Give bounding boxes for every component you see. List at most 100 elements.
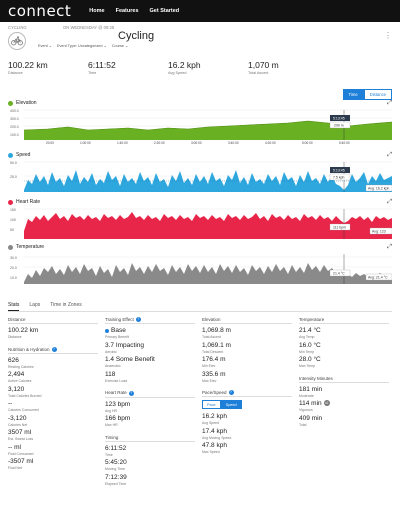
info-icon[interactable]: ? [128,390,134,396]
activity-date: ON WEDNESDAY @ 09:28 [63,25,115,30]
stat-item: 17.4 kph Avg Moving Speed [202,427,232,440]
expand-icon[interactable]: ⤢ [387,152,392,159]
nav-link-get-started[interactable]: Get Started [150,8,180,14]
elevation-ytick: 400.0 [10,109,19,113]
section-heading: Distance [8,317,26,322]
course-dropdown[interactable]: Course ⌄ [112,43,128,48]
stats-column-distance: Distance 100.22 km Distance Nutrition & H… [8,317,98,473]
svg-text:3:40:00: 3:40:00 [228,141,239,145]
heart-rate-chart-title: Heart Rate [16,199,41,205]
temperature-chart: Temperature ⤢ 30.0 20.0 10.0 21.4 °C Avg… [8,244,392,292]
heart-rate-ytick: 150 [10,208,16,212]
expand-icon[interactable]: ⤢ [387,244,392,251]
speed-avg-label: Avg: 16.2 kph [368,187,389,191]
nav-link-home[interactable]: Home [89,8,104,14]
nav-link-features[interactable]: Features [116,8,139,14]
elevation-ytick: 200.0 [10,125,19,129]
stat-item: 2,494 Active Calories [8,371,32,384]
cycling-icon [8,32,26,50]
activity-category: CYCLING [8,25,27,30]
section-heading: Pace/Speed? [202,390,234,396]
svg-text:1:00:00: 1:00:00 [80,141,91,145]
svg-text:5:00:00: 5:00:00 [302,141,313,145]
stat-item: 21.4 °C Avg Temp [299,327,321,339]
stat-item: 123 bpm Avg HR [105,400,131,413]
stat-item: 1,069.8 m Total Ascent [202,327,231,339]
temperature-chart-title: Temperature [16,244,45,250]
summary-time: 6:11:52 Time [88,60,116,75]
time-distance-toggle: Time Distance [342,89,392,100]
temperature-plot[interactable]: 30.0 20.0 10.0 21.4 °C Avg: 21.4 °C [8,252,392,292]
stat-item: -- ml Fluid Consumed [8,443,34,456]
stat-item: 335.6 m Max Elev [202,370,226,383]
section-heading: Nutrition & Hydration? [8,346,57,352]
stat-item: 176.4 m Min Elev [202,356,226,368]
tab-laps[interactable]: Laps [29,300,40,311]
section-heading: Temperature [299,317,325,322]
elevation-ytick: 300.0 [10,117,19,121]
activity-title[interactable]: Cycling [118,30,154,42]
stat-item: 118 Exercise Load [105,370,128,383]
temperature-tooltip-value: 21.4 °C [333,272,345,276]
tab-stats[interactable]: Stats [8,300,20,311]
speed-plot[interactable]: 50.0 25.0 5:13:45 7.5 kph Avg: 16.2 kph [8,160,392,198]
event-dropdown[interactable]: Event ⌄ [38,43,52,48]
connect-logo[interactable]: connect [8,2,71,20]
heart-rate-legend-dot [8,199,13,205]
stat-item: 1.4 Some Benefit Anaerobic [105,356,155,369]
stats-tabs: Stats Laps Time in Zones [8,300,392,312]
stat-item: 626 Resting Calories [8,356,34,369]
stat-item: 47.8 kph Max Speed [202,442,227,455]
speed-chart: Speed ⤢ 50.0 25.0 5:13:45 7.5 kph Avg: 1… [8,152,392,198]
heart-rate-tooltip-value: 111 bpm [333,226,346,230]
stat-item: -- Calories Consumed [8,400,39,413]
stat-item: Base Primary Benefit [105,327,129,340]
elevation-x-ticks: 20:00 1:00:00 1:40:00 2:20:00 3:00:00 3:… [46,141,350,145]
more-options-icon[interactable]: ⋮ [384,31,392,40]
toggle-distance-button[interactable]: Distance [363,89,392,100]
speed-chart-title: Speed [16,152,31,158]
info-icon[interactable]: ? [135,317,141,323]
heart-rate-plot[interactable]: 150 100 50 111 bpm Avg: 123 [8,207,392,245]
svg-text:1:40:00: 1:40:00 [117,141,128,145]
event-type-dropdown[interactable]: Event Type: Uncategorized ⌄ [57,43,107,48]
stat-item: 181 min Moderate [299,385,323,398]
stats-column-temperature: Temperature 21.4 °C Avg Temp 16.0 °C Min T… [299,317,389,429]
stat-item: 166 bpm Max HR [105,415,131,428]
heart-rate-ytick: 50 [10,228,14,232]
section-heading: Heart Rate? [105,390,134,396]
expand-icon[interactable]: ⤢ [387,199,392,206]
pace-button[interactable]: Pace [202,400,221,410]
elevation-plot[interactable]: 400.0 300.0 200.0 100.0 5:13:45 290 m 20… [8,108,392,148]
tab-time-in-zones[interactable]: Time in Zones [50,300,82,311]
speed-button[interactable]: Speed [220,400,242,410]
stat-item: 6:11:52 Time [105,444,127,457]
base-dot-icon [105,328,109,333]
speed-tooltip-time: 5:13:45 [333,169,345,173]
temperature-avg-label: Avg: 21.4 °C [368,276,388,280]
info-icon[interactable]: ? [51,346,57,352]
toggle-time-button[interactable]: Time [342,89,364,100]
summary-avg-speed: 16.2 kph Avg Speed [168,60,201,75]
section-heading: Intensity Minutes [299,375,333,381]
stat-item: 16.0 °C Min Temp [299,341,321,354]
stats-column-training: Training Effect? Base Primary Benefit 3.7… [105,317,195,488]
nav-links: Home Features Get Started [89,8,190,14]
svg-text:5:40:00: 5:40:00 [339,141,350,145]
svg-text:3:00:00: 3:00:00 [191,141,202,145]
section-heading: Elevation [202,317,221,322]
stat-item: 3,120 Total Calories Burned [8,385,42,398]
stat-item: 7:12:39 Elapsed Time [105,473,127,486]
info-icon[interactable]: ? [228,390,234,396]
svg-text:20:00: 20:00 [46,141,54,145]
elevation-chart: Elevation ⤢ 400.0 300.0 200.0 100.0 5:13… [8,100,392,150]
activity-header: CYCLING ON WEDNESDAY @ 09:28 Cycling Eve… [8,25,392,53]
section-heading: Timing [105,434,119,440]
expand-icon[interactable]: ⤢ [387,100,392,107]
elevation-legend-dot [8,100,13,106]
elevation-tooltip-time: 5:13:45 [333,117,345,121]
activity-sub-links: Event ⌄ Event Type: Uncategorized ⌄ Cour… [38,43,128,48]
pace-speed-toggle: Pace Speed [202,400,292,410]
heart-rate-chart: Heart Rate ⤢ 150 100 50 111 bpm Avg: 123 [8,199,392,245]
temperature-ytick: 30.0 [10,256,17,260]
